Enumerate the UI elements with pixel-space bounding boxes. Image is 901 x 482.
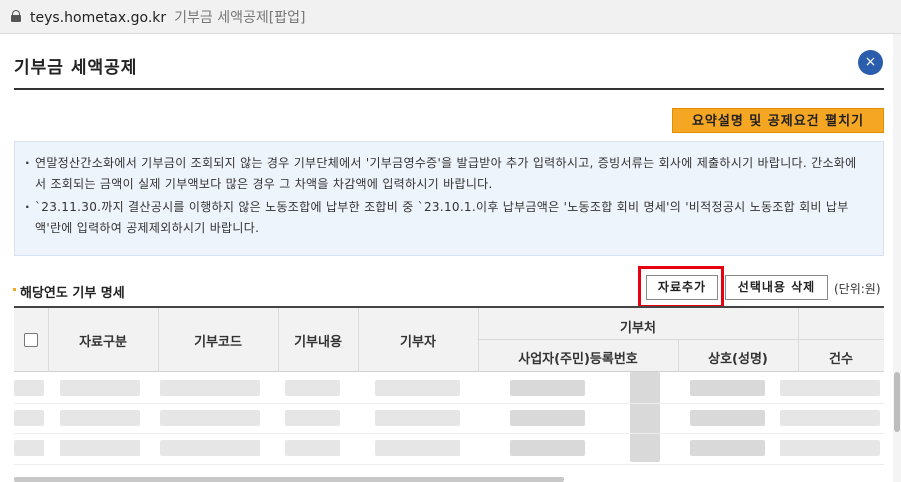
- delete-selected-button[interactable]: 선택내용 삭제: [725, 275, 828, 300]
- close-icon: ×: [864, 54, 877, 70]
- header-donation-code: 기부코드: [194, 335, 242, 350]
- header-recipient: 기부처: [620, 321, 656, 336]
- highlight-box: [638, 266, 724, 308]
- select-all-checkbox[interactable]: [24, 333, 38, 347]
- window-title: 기부금 세액공제[팝업]: [174, 10, 306, 26]
- scrollbar-thumb[interactable]: [894, 372, 900, 432]
- lock-icon: [11, 10, 21, 22]
- header-business-no: 사업자(주민)등록번호: [518, 352, 638, 367]
- notice-box: 연말정산간소화에서 기부금이 조회되지 않는 경우 기부단체에서 '기부금영수증…: [14, 141, 884, 256]
- summary-expand-button[interactable]: 요약설명 및 공제요건 펼치기: [672, 108, 884, 133]
- header-data-type: 자료구분: [79, 335, 127, 350]
- close-button[interactable]: ×: [858, 50, 883, 75]
- header-count: 건수: [829, 352, 853, 367]
- unit-label: (단위:원): [834, 282, 881, 296]
- notice-item: `23.11.30.까지 결산공시를 이행하지 않은 노동조합에 납부한 조합비…: [25, 197, 865, 239]
- table-row[interactable]: [14, 410, 44, 426]
- section-title: 해당연도 기부 명세: [13, 282, 125, 301]
- popup-title: 기부금 세액공제: [14, 58, 138, 78]
- table-header: 자료구분 기부코드 기부내용 기부자 기부처 사업자(주민)등록번호 상호(성명…: [14, 308, 884, 372]
- title-divider: [14, 88, 884, 90]
- url-text: teys.hometax.go.kr 기부금 세액공제[팝업]: [30, 7, 305, 27]
- address-bar: teys.hometax.go.kr 기부금 세액공제[팝업]: [0, 0, 901, 34]
- url-domain: teys.hometax.go.kr: [30, 10, 167, 26]
- table-row[interactable]: [14, 380, 44, 396]
- header-name: 상호(성명): [708, 352, 768, 367]
- notice-item: 연말정산간소화에서 기부금이 조회되지 않는 경우 기부단체에서 '기부금영수증…: [25, 153, 865, 195]
- table-row[interactable]: [14, 440, 44, 456]
- horizontal-scrollbar[interactable]: [14, 477, 564, 482]
- header-donor: 기부자: [400, 335, 436, 350]
- header-donation-content: 기부내용: [294, 335, 342, 350]
